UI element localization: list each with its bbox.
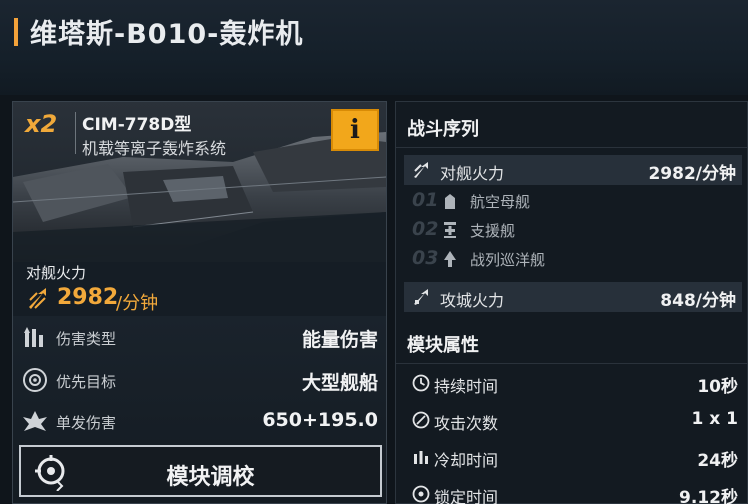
stat-label: 伤害类型 [56,330,117,348]
attr-value: 10秒 [697,377,738,397]
stat-label: 优先目标 [56,373,117,391]
page-title: 维塔斯-B010-轰炸机 [30,19,304,50]
siege-label: 攻城火力 [440,291,505,310]
target-label: 航空母舰 [470,193,531,211]
calibrate-button-label: 模块调校 [166,465,255,490]
battlecruiser-icon [444,251,456,267]
section-divider [396,147,747,148]
attr-value: 1 x 1 [691,409,738,429]
stat-row-single-damage: 单发伤害 650+195.0 [13,402,386,442]
page-header: 维塔斯-B010-轰炸机 [0,0,748,95]
target-row-battlecruiser: 03 战列巡洋舰 [412,246,712,272]
section-divider [396,363,747,364]
target-priority-icon [23,368,47,392]
target-label: 支援舰 [470,222,516,240]
attr-row-cooldown: 冷却时间 24秒 [404,442,742,474]
damage-type-icon [24,327,43,347]
stat-value: 650+195.0 [262,409,378,431]
module-attributes-title: 模块属性 [407,335,479,356]
attr-value: 9.12秒 [679,488,738,504]
siege-firepower-row: 攻城火力 848/分钟 [404,282,742,312]
stat-row-priority-target: 优先目标 大型舰船 [13,361,386,401]
anti-ship-firepower-icon [414,162,428,178]
target-row-support: 02 支援舰 [412,217,712,243]
attack-count-icon [412,411,430,429]
carrier-icon [445,194,455,209]
badge-divider [75,112,76,154]
siege-value: 848/分钟 [660,291,736,311]
info-button[interactable]: i [331,109,379,151]
detail-panel: 战斗序列 对舰火力 2982/分钟 01 航空母舰 02 支援舰 03 战列巡洋… [395,101,748,504]
target-order-number: 01 [412,189,439,211]
attr-row-attack-count: 攻击次数 1 x 1 [404,405,742,437]
anti-ship-firepower-row: 对舰火力 2982/分钟 [404,155,742,185]
anti-ship-value: 2982/分钟 [648,164,736,184]
stat-value: 大型舰船 [301,372,378,394]
siege-firepower-icon [414,289,428,305]
attr-label: 攻击次数 [434,414,499,433]
target-label: 战列巡洋舰 [470,251,546,269]
target-row-carrier: 01 航空母舰 [412,188,712,214]
title-accent-bar [14,18,18,46]
module-calibrate-button[interactable]: 模块调校 [19,445,382,497]
module-image: x2 CIM-778D型 机载等离子轰炸系统 i [13,102,386,262]
target-order-number: 02 [412,218,439,240]
module-subname: 机载等离子轰炸系统 [82,139,227,158]
attr-row-lock-time: 锁定时间 9.12秒 [404,479,742,504]
single-damage-icon [23,411,47,431]
attr-row-duration: 持续时间 10秒 [404,368,742,400]
module-count-badge: x2 [25,110,58,138]
firepower-value: 2982 [57,285,119,310]
lock-time-icon [412,485,430,503]
attr-value: 24秒 [697,451,738,471]
support-ship-icon [444,222,456,238]
stat-row-damage-type: 伤害类型 能量伤害 [13,318,386,358]
anti-ship-firepower-icon [29,288,46,309]
target-order-number: 03 [412,247,439,269]
firepower-unit: /分钟 [116,293,159,314]
stat-value: 能量伤害 [301,329,378,351]
attr-label: 冷却时间 [434,451,499,470]
combat-sequence-title: 战斗序列 [407,119,479,140]
duration-icon [412,374,430,392]
stat-label: 单发伤害 [56,414,117,432]
cooldown-icon [414,451,428,464]
attr-label: 持续时间 [434,377,499,396]
anti-ship-label: 对舰火力 [440,164,505,183]
module-card: x2 CIM-778D型 机载等离子轰炸系统 i 对舰火力 2982 /分钟 伤… [12,101,387,504]
attr-label: 锁定时间 [434,488,499,504]
module-name: CIM-778D型 [82,115,192,135]
info-icon: i [350,115,360,145]
firepower-label: 对舰火力 [26,264,87,282]
